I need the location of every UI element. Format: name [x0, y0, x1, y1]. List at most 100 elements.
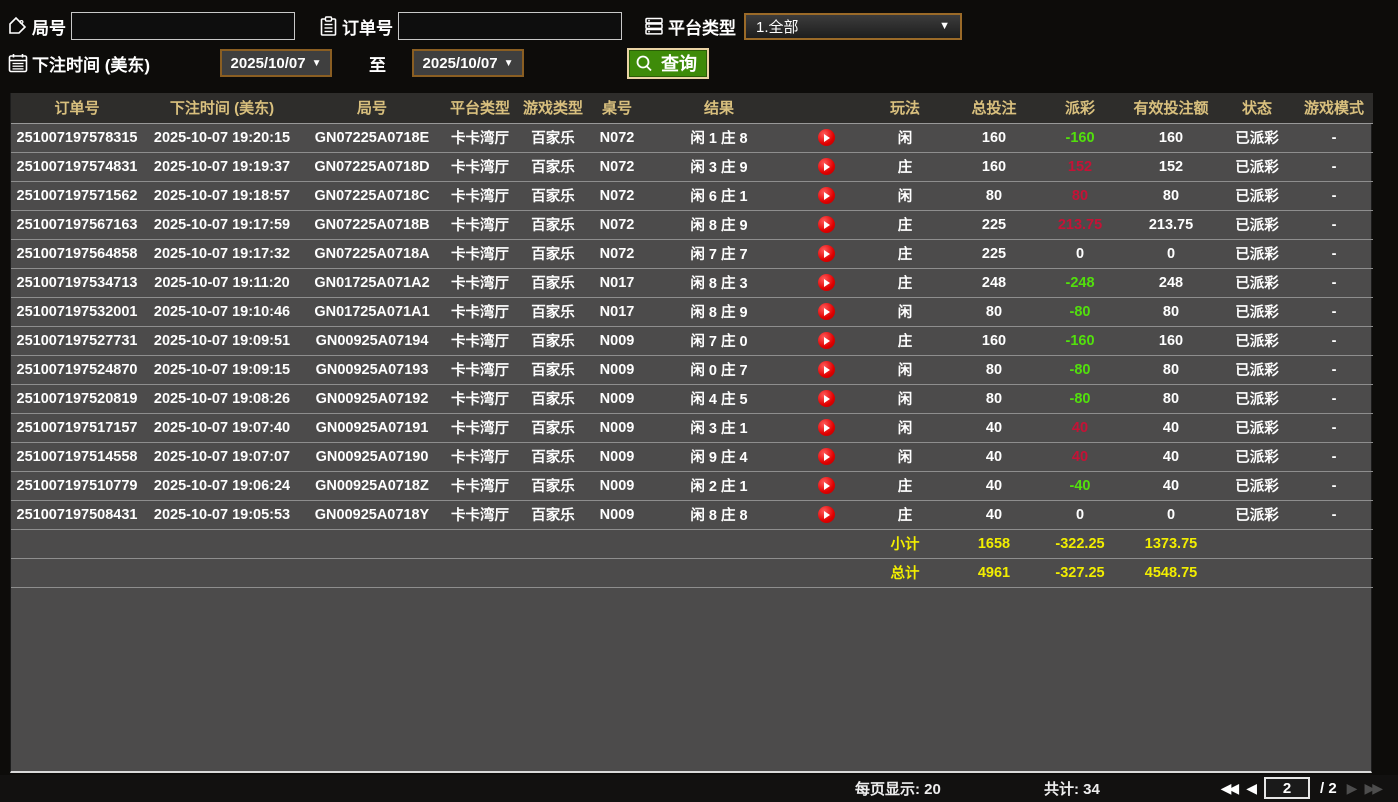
cell-platform: 卡卡湾厅	[443, 152, 517, 181]
table-header-row: 订单号 下注时间 (美东) 局号 平台类型 游戏类型 桌号 结果 玩法 总投注 …	[11, 93, 1373, 123]
col-header-order: 订单号	[11, 93, 143, 123]
date-from-picker[interactable]: 2025/10/07 ▼	[220, 49, 332, 77]
chevron-down-icon: ▼	[939, 20, 950, 32]
cell-result: 闲 1 庄 8	[645, 123, 793, 152]
last-page-button[interactable]: ▶▶	[1364, 780, 1380, 797]
cell-round-number: GN07225A0718D	[301, 152, 443, 181]
cell-game-mode: -	[1295, 500, 1373, 529]
prev-page-button[interactable]: ◀	[1246, 780, 1254, 797]
calendar-icon	[8, 53, 28, 73]
platform-type-select[interactable]: 1.全部 ▼	[744, 13, 962, 40]
cell-order-number: 251007197527731	[11, 326, 143, 355]
cell-replay	[793, 442, 859, 471]
cell-valid-bet: 213.75	[1123, 210, 1219, 239]
record-total-label: 共计: 34	[1044, 778, 1100, 799]
cell-bet-time: 2025-10-07 19:07:07	[143, 442, 301, 471]
replay-play-icon[interactable]	[818, 448, 835, 465]
cell-bet-time: 2025-10-07 19:06:24	[143, 471, 301, 500]
replay-play-icon[interactable]	[818, 332, 835, 349]
cell-table-number: N017	[589, 268, 645, 297]
cell-bet-time: 2025-10-07 19:20:15	[143, 123, 301, 152]
total-row: 总计 4961 -327.25 4548.75	[11, 558, 1373, 587]
cell-payout: 0	[1037, 500, 1123, 529]
cell-game-type: 百家乐	[517, 181, 589, 210]
cell-play-type: 闲	[859, 384, 951, 413]
cell-replay	[793, 181, 859, 210]
next-page-button[interactable]: ▶	[1347, 780, 1355, 797]
total-valid: 4548.75	[1123, 558, 1219, 587]
round-number-input[interactable]	[71, 12, 295, 40]
subtotal-bet: 1658	[951, 529, 1037, 558]
cell-status: 已派彩	[1219, 152, 1295, 181]
replay-play-icon[interactable]	[818, 187, 835, 204]
cell-platform: 卡卡湾厅	[443, 210, 517, 239]
cell-result: 闲 0 庄 7	[645, 355, 793, 384]
total-label: 总计	[859, 558, 951, 587]
cell-result: 闲 9 庄 4	[645, 442, 793, 471]
cell-table-number: N009	[589, 384, 645, 413]
replay-play-icon[interactable]	[818, 419, 835, 436]
cell-game-type: 百家乐	[517, 123, 589, 152]
cell-game-type: 百家乐	[517, 355, 589, 384]
cell-result: 闲 3 庄 9	[645, 152, 793, 181]
replay-play-icon[interactable]	[818, 390, 835, 407]
col-header-total-bet: 总投注	[951, 93, 1037, 123]
cell-play-type: 闲	[859, 181, 951, 210]
cell-round-number: GN00925A07191	[301, 413, 443, 442]
cell-total-bet: 40	[951, 471, 1037, 500]
cell-game-type: 百家乐	[517, 268, 589, 297]
subtotal-payout: -322.25	[1037, 529, 1123, 558]
cell-result: 闲 4 庄 5	[645, 384, 793, 413]
cell-platform: 卡卡湾厅	[443, 471, 517, 500]
cell-status: 已派彩	[1219, 210, 1295, 239]
cell-payout: 152	[1037, 152, 1123, 181]
cell-order-number: 251007197534713	[11, 268, 143, 297]
cell-valid-bet: 80	[1123, 384, 1219, 413]
cell-valid-bet: 40	[1123, 471, 1219, 500]
page-number-input[interactable]	[1264, 777, 1310, 799]
cell-table-number: N009	[589, 355, 645, 384]
cell-platform: 卡卡湾厅	[443, 239, 517, 268]
cell-valid-bet: 40	[1123, 413, 1219, 442]
cell-order-number: 251007197578315	[11, 123, 143, 152]
table-row: 251007197578315 2025-10-07 19:20:15 GN07…	[11, 123, 1373, 152]
cell-game-mode: -	[1295, 123, 1373, 152]
cell-order-number: 251007197567163	[11, 210, 143, 239]
cell-bet-time: 2025-10-07 19:17:32	[143, 239, 301, 268]
chevron-down-icon: ▼	[312, 58, 322, 69]
cell-round-number: GN07225A0718C	[301, 181, 443, 210]
replay-play-icon[interactable]	[818, 303, 835, 320]
records-panel: 订单号 下注时间 (美东) 局号 平台类型 游戏类型 桌号 结果 玩法 总投注 …	[10, 93, 1372, 773]
replay-play-icon[interactable]	[818, 158, 835, 175]
cell-play-type: 闲	[859, 355, 951, 384]
replay-play-icon[interactable]	[818, 245, 835, 262]
order-number-input[interactable]	[398, 12, 622, 40]
replay-play-icon[interactable]	[818, 216, 835, 233]
cell-game-type: 百家乐	[517, 152, 589, 181]
cell-payout: 213.75	[1037, 210, 1123, 239]
cell-game-type: 百家乐	[517, 500, 589, 529]
cell-valid-bet: 160	[1123, 123, 1219, 152]
cell-table-number: N072	[589, 210, 645, 239]
col-header-game-mode: 游戏模式	[1295, 93, 1373, 123]
replay-play-icon[interactable]	[818, 361, 835, 378]
cell-table-number: N072	[589, 152, 645, 181]
first-page-button[interactable]: ◀◀	[1221, 780, 1237, 797]
cell-round-number: GN00925A07193	[301, 355, 443, 384]
cell-bet-time: 2025-10-07 19:10:46	[143, 297, 301, 326]
replay-play-icon[interactable]	[818, 506, 835, 523]
cell-total-bet: 40	[951, 413, 1037, 442]
search-button[interactable]: 查询	[627, 48, 709, 79]
replay-play-icon[interactable]	[818, 274, 835, 291]
date-to-picker[interactable]: 2025/10/07 ▼	[412, 49, 524, 77]
col-header-game-type: 游戏类型	[517, 93, 589, 123]
cell-bet-time: 2025-10-07 19:09:51	[143, 326, 301, 355]
cell-order-number: 251007197564858	[11, 239, 143, 268]
cell-game-mode: -	[1295, 384, 1373, 413]
replay-play-icon[interactable]	[818, 129, 835, 146]
cell-game-mode: -	[1295, 152, 1373, 181]
cell-bet-time: 2025-10-07 19:11:20	[143, 268, 301, 297]
cell-game-mode: -	[1295, 268, 1373, 297]
replay-play-icon[interactable]	[818, 477, 835, 494]
col-header-status: 状态	[1219, 93, 1295, 123]
